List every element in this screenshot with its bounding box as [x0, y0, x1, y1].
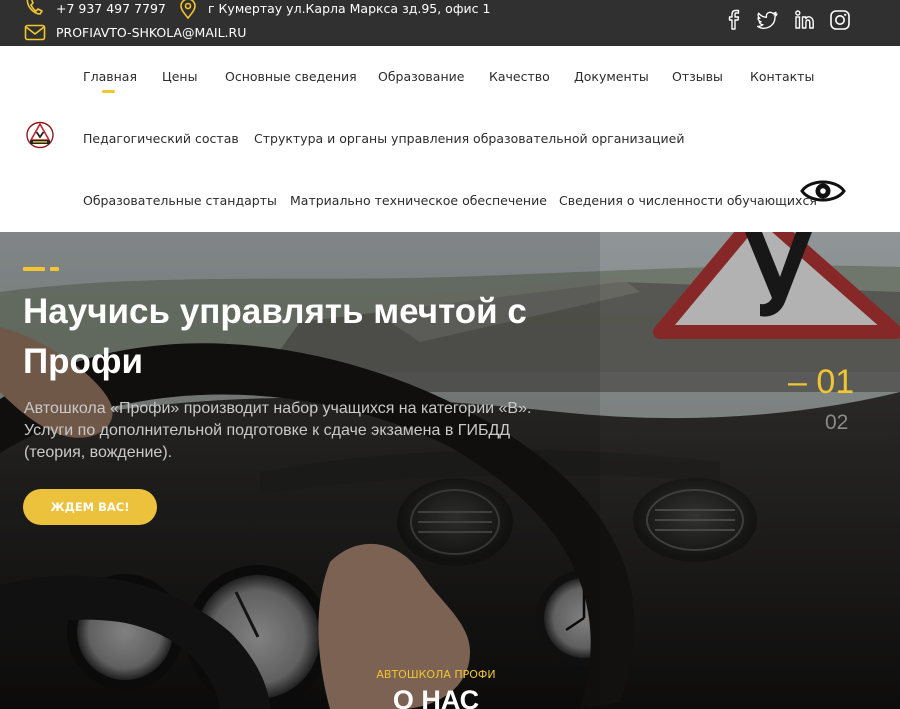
phone-number[interactable]: +7 937 497 7797 [56, 1, 166, 17]
nav-item-prices[interactable]: Цены [162, 69, 197, 85]
mail-icon [24, 24, 46, 41]
facebook-icon[interactable] [723, 9, 745, 31]
phone-icon [26, 0, 43, 15]
main-navigation: Главная Цены Основные сведения Образован… [0, 46, 900, 232]
location-icon [180, 0, 196, 20]
twitter-icon[interactable] [757, 9, 779, 31]
nav-item-home[interactable]: Главная [83, 69, 137, 85]
nav-item-facilities[interactable]: Матриально техническое обеспечение [290, 193, 547, 209]
linkedin-icon[interactable] [794, 9, 816, 31]
top-contact-bar: +7 937 497 7797 г Кумертау ул.Карла Марк… [0, 0, 900, 46]
nav-item-standards[interactable]: Образовательные стандарты [83, 193, 277, 209]
nav-item-structure[interactable]: Структура и органы управления образовате… [254, 131, 684, 147]
hero-accent-dot [50, 267, 59, 271]
nav-item-reviews[interactable]: Отзывы [672, 69, 723, 85]
hero-title: Научись управлять мечтой с Профи [23, 292, 527, 381]
nav-item-education[interactable]: Образование [378, 69, 464, 85]
nav-item-student-count[interactable]: Сведения о численности обучающихся [559, 193, 817, 209]
email-link[interactable]: PROFIAVTO-SHKOLA@MAIL.RU [56, 25, 246, 41]
instagram-icon[interactable] [829, 9, 851, 31]
address-text: г Кумертау ул.Карла Маркса зд.95, офис 1 [208, 1, 491, 16]
hero-slider: Научись управлять мечтой с Профи Автошко… [0, 232, 900, 709]
nav-item-teaching-staff[interactable]: Педагогический состав [83, 131, 239, 147]
slide-indicator-active[interactable]: – 01 [788, 362, 854, 402]
hero-accent-line [23, 267, 45, 271]
nav-item-documents[interactable]: Документы [574, 69, 649, 85]
nav-item-contacts[interactable]: Контакты [750, 69, 814, 85]
slide-dash: – [788, 363, 817, 401]
slide-indicator-next[interactable]: 02 [825, 411, 848, 435]
driving-school-logo[interactable] [25, 121, 55, 149]
nav-item-quality[interactable]: Качество [489, 69, 550, 85]
nav-item-basic-info[interactable]: Основные сведения [225, 69, 357, 85]
active-nav-indicator [102, 90, 115, 93]
hero-description: Автошкола «Профи» производит набор учащи… [24, 400, 532, 461]
cta-button[interactable]: ЖДЕМ ВАС! [23, 489, 157, 525]
about-title: О НАС [392, 685, 480, 709]
eye-icon[interactable] [800, 177, 846, 205]
about-subtitle: АВТОШКОЛА ПРОФИ [376, 668, 496, 681]
slide-number-current: 01 [816, 363, 855, 401]
